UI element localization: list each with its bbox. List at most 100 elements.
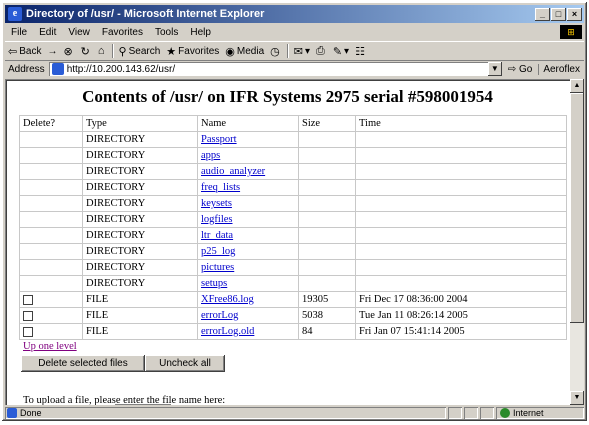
- column-header-size: Size: [298, 115, 356, 132]
- back-arrow-icon: ⇦: [8, 45, 18, 58]
- scroll-down-icon[interactable]: ▼: [570, 391, 584, 405]
- history-button[interactable]: ◷: [267, 45, 285, 58]
- entry-link[interactable]: keysets: [201, 198, 232, 209]
- delete-checkbox[interactable]: [23, 326, 33, 337]
- delete-cell: [19, 163, 83, 180]
- type-cell: DIRECTORY: [82, 195, 198, 212]
- table-row: DIRECTORY Passport: [19, 131, 567, 148]
- delete-checkbox[interactable]: [23, 294, 33, 305]
- refresh-button[interactable]: ↻: [78, 45, 95, 58]
- forward-button[interactable]: →: [44, 46, 60, 57]
- favorites-icon: ★: [166, 45, 177, 58]
- table-row: DIRECTORY freq_lists: [19, 179, 567, 196]
- close-button[interactable]: ×: [567, 7, 582, 21]
- delete-cell: [19, 259, 83, 276]
- page-done-icon: [7, 408, 17, 418]
- up-one-level-link[interactable]: Up one level: [23, 341, 77, 352]
- column-header-type: Type: [82, 115, 198, 132]
- delete-cell: [19, 227, 83, 244]
- internet-globe-icon: [500, 408, 510, 418]
- scroll-up-icon[interactable]: ▲: [570, 79, 584, 93]
- type-cell: DIRECTORY: [82, 163, 198, 180]
- type-cell: FILE: [82, 291, 198, 308]
- windows-logo-icon: ⊞: [560, 25, 582, 39]
- menu-help[interactable]: Help: [184, 27, 217, 38]
- discuss-icon: ☷: [355, 45, 365, 58]
- menu-favorites[interactable]: Favorites: [96, 27, 149, 38]
- search-icon: ⚲: [118, 45, 127, 58]
- address-dropdown-icon[interactable]: ▼: [487, 62, 502, 76]
- name-cell: Passport: [197, 131, 299, 148]
- print-icon: ⎙: [316, 44, 325, 57]
- entry-link[interactable]: setups: [201, 278, 227, 289]
- uncheck-all-button[interactable]: Uncheck all: [145, 355, 225, 372]
- entry-link[interactable]: freq_lists: [201, 182, 240, 193]
- size-cell: [298, 259, 356, 276]
- time-cell: [355, 163, 567, 180]
- scroll-thumb[interactable]: [570, 93, 584, 323]
- chevron-down-icon: ▾: [304, 45, 311, 57]
- column-header-name: Name: [197, 115, 299, 132]
- minimize-button[interactable]: _: [535, 7, 550, 21]
- name-cell: ltr_data: [197, 227, 299, 244]
- print-button[interactable]: ⎙: [313, 45, 330, 58]
- status-cell: [448, 407, 462, 419]
- table-row: DIRECTORY logfiles: [19, 211, 567, 228]
- entry-link[interactable]: logfiles: [201, 214, 233, 225]
- delete-checkbox[interactable]: [23, 310, 33, 321]
- favorites-button[interactable]: ★ Favorites: [163, 45, 222, 58]
- name-cell: apps: [197, 147, 299, 164]
- name-cell: keysets: [197, 195, 299, 212]
- entry-link[interactable]: p25_log: [201, 246, 235, 257]
- menu-edit[interactable]: Edit: [33, 27, 62, 38]
- table-body: DIRECTORY Passport DIRECTORY apps DIRECTORY a…: [19, 131, 567, 340]
- address-field[interactable]: http://10.200.143.62/usr/ ▼: [48, 62, 502, 76]
- delete-selected-button[interactable]: Delete selected files: [21, 355, 145, 372]
- delete-cell: [19, 275, 83, 292]
- delete-cell: [19, 195, 83, 212]
- time-cell: [355, 259, 567, 276]
- entry-link[interactable]: Passport: [201, 134, 237, 145]
- menu-view[interactable]: View: [62, 27, 96, 38]
- media-button[interactable]: ◉ Media: [222, 45, 267, 58]
- size-cell: [298, 275, 356, 292]
- discuss-button[interactable]: ☷: [352, 45, 370, 58]
- go-button[interactable]: ⇨ Go: [502, 64, 539, 75]
- entry-link[interactable]: errorLog.old: [201, 326, 254, 337]
- type-cell: FILE: [82, 323, 198, 340]
- mail-button[interactable]: ✉ ▾: [291, 45, 313, 58]
- entry-link[interactable]: apps: [201, 150, 220, 161]
- size-cell: 84: [298, 323, 356, 340]
- table-row: DIRECTORY setups: [19, 275, 567, 292]
- history-icon: ◷: [270, 45, 280, 58]
- entry-link[interactable]: pictures: [201, 262, 234, 273]
- chevron-down-icon: ▾: [344, 45, 350, 57]
- time-cell: Fri Jan 07 15:41:14 2005: [355, 323, 567, 340]
- type-cell: DIRECTORY: [82, 131, 198, 148]
- vertical-scrollbar[interactable]: ▲ ▼: [570, 79, 584, 405]
- entry-link[interactable]: audio_analyzer: [201, 166, 265, 177]
- time-cell: [355, 275, 567, 292]
- entry-link[interactable]: XFree86.log: [201, 294, 254, 305]
- address-url[interactable]: http://10.200.143.62/usr/: [67, 64, 488, 75]
- page-title: Contents of /usr/ on IFR Systems 2975 se…: [82, 87, 493, 106]
- delete-cell: [19, 179, 83, 196]
- edit-button[interactable]: ✎ ▾: [330, 45, 352, 58]
- upload-file-field[interactable]: [115, 404, 171, 405]
- window-title: Directory of /usr/ - Microsoft Internet …: [26, 8, 265, 20]
- time-cell: [355, 131, 567, 148]
- entry-link[interactable]: errorLog: [201, 310, 238, 321]
- links-aeroflex[interactable]: Aeroflex: [538, 63, 584, 75]
- menu-tools[interactable]: Tools: [149, 27, 184, 38]
- stop-button[interactable]: ⊗: [60, 45, 77, 58]
- back-button[interactable]: ⇦ Back: [5, 45, 44, 58]
- page-viewport: Contents of /usr/ on IFR Systems 2975 se…: [5, 79, 570, 405]
- menu-file[interactable]: File: [5, 27, 33, 38]
- size-cell: [298, 147, 356, 164]
- browser-window: e Directory of /usr/ - Microsoft Interne…: [2, 2, 587, 421]
- home-button[interactable]: ⌂: [95, 45, 110, 57]
- entry-link[interactable]: ltr_data: [201, 230, 233, 241]
- status-cell: [464, 407, 478, 419]
- search-button[interactable]: ⚲ Search: [116, 45, 164, 58]
- maximize-button[interactable]: □: [551, 7, 566, 21]
